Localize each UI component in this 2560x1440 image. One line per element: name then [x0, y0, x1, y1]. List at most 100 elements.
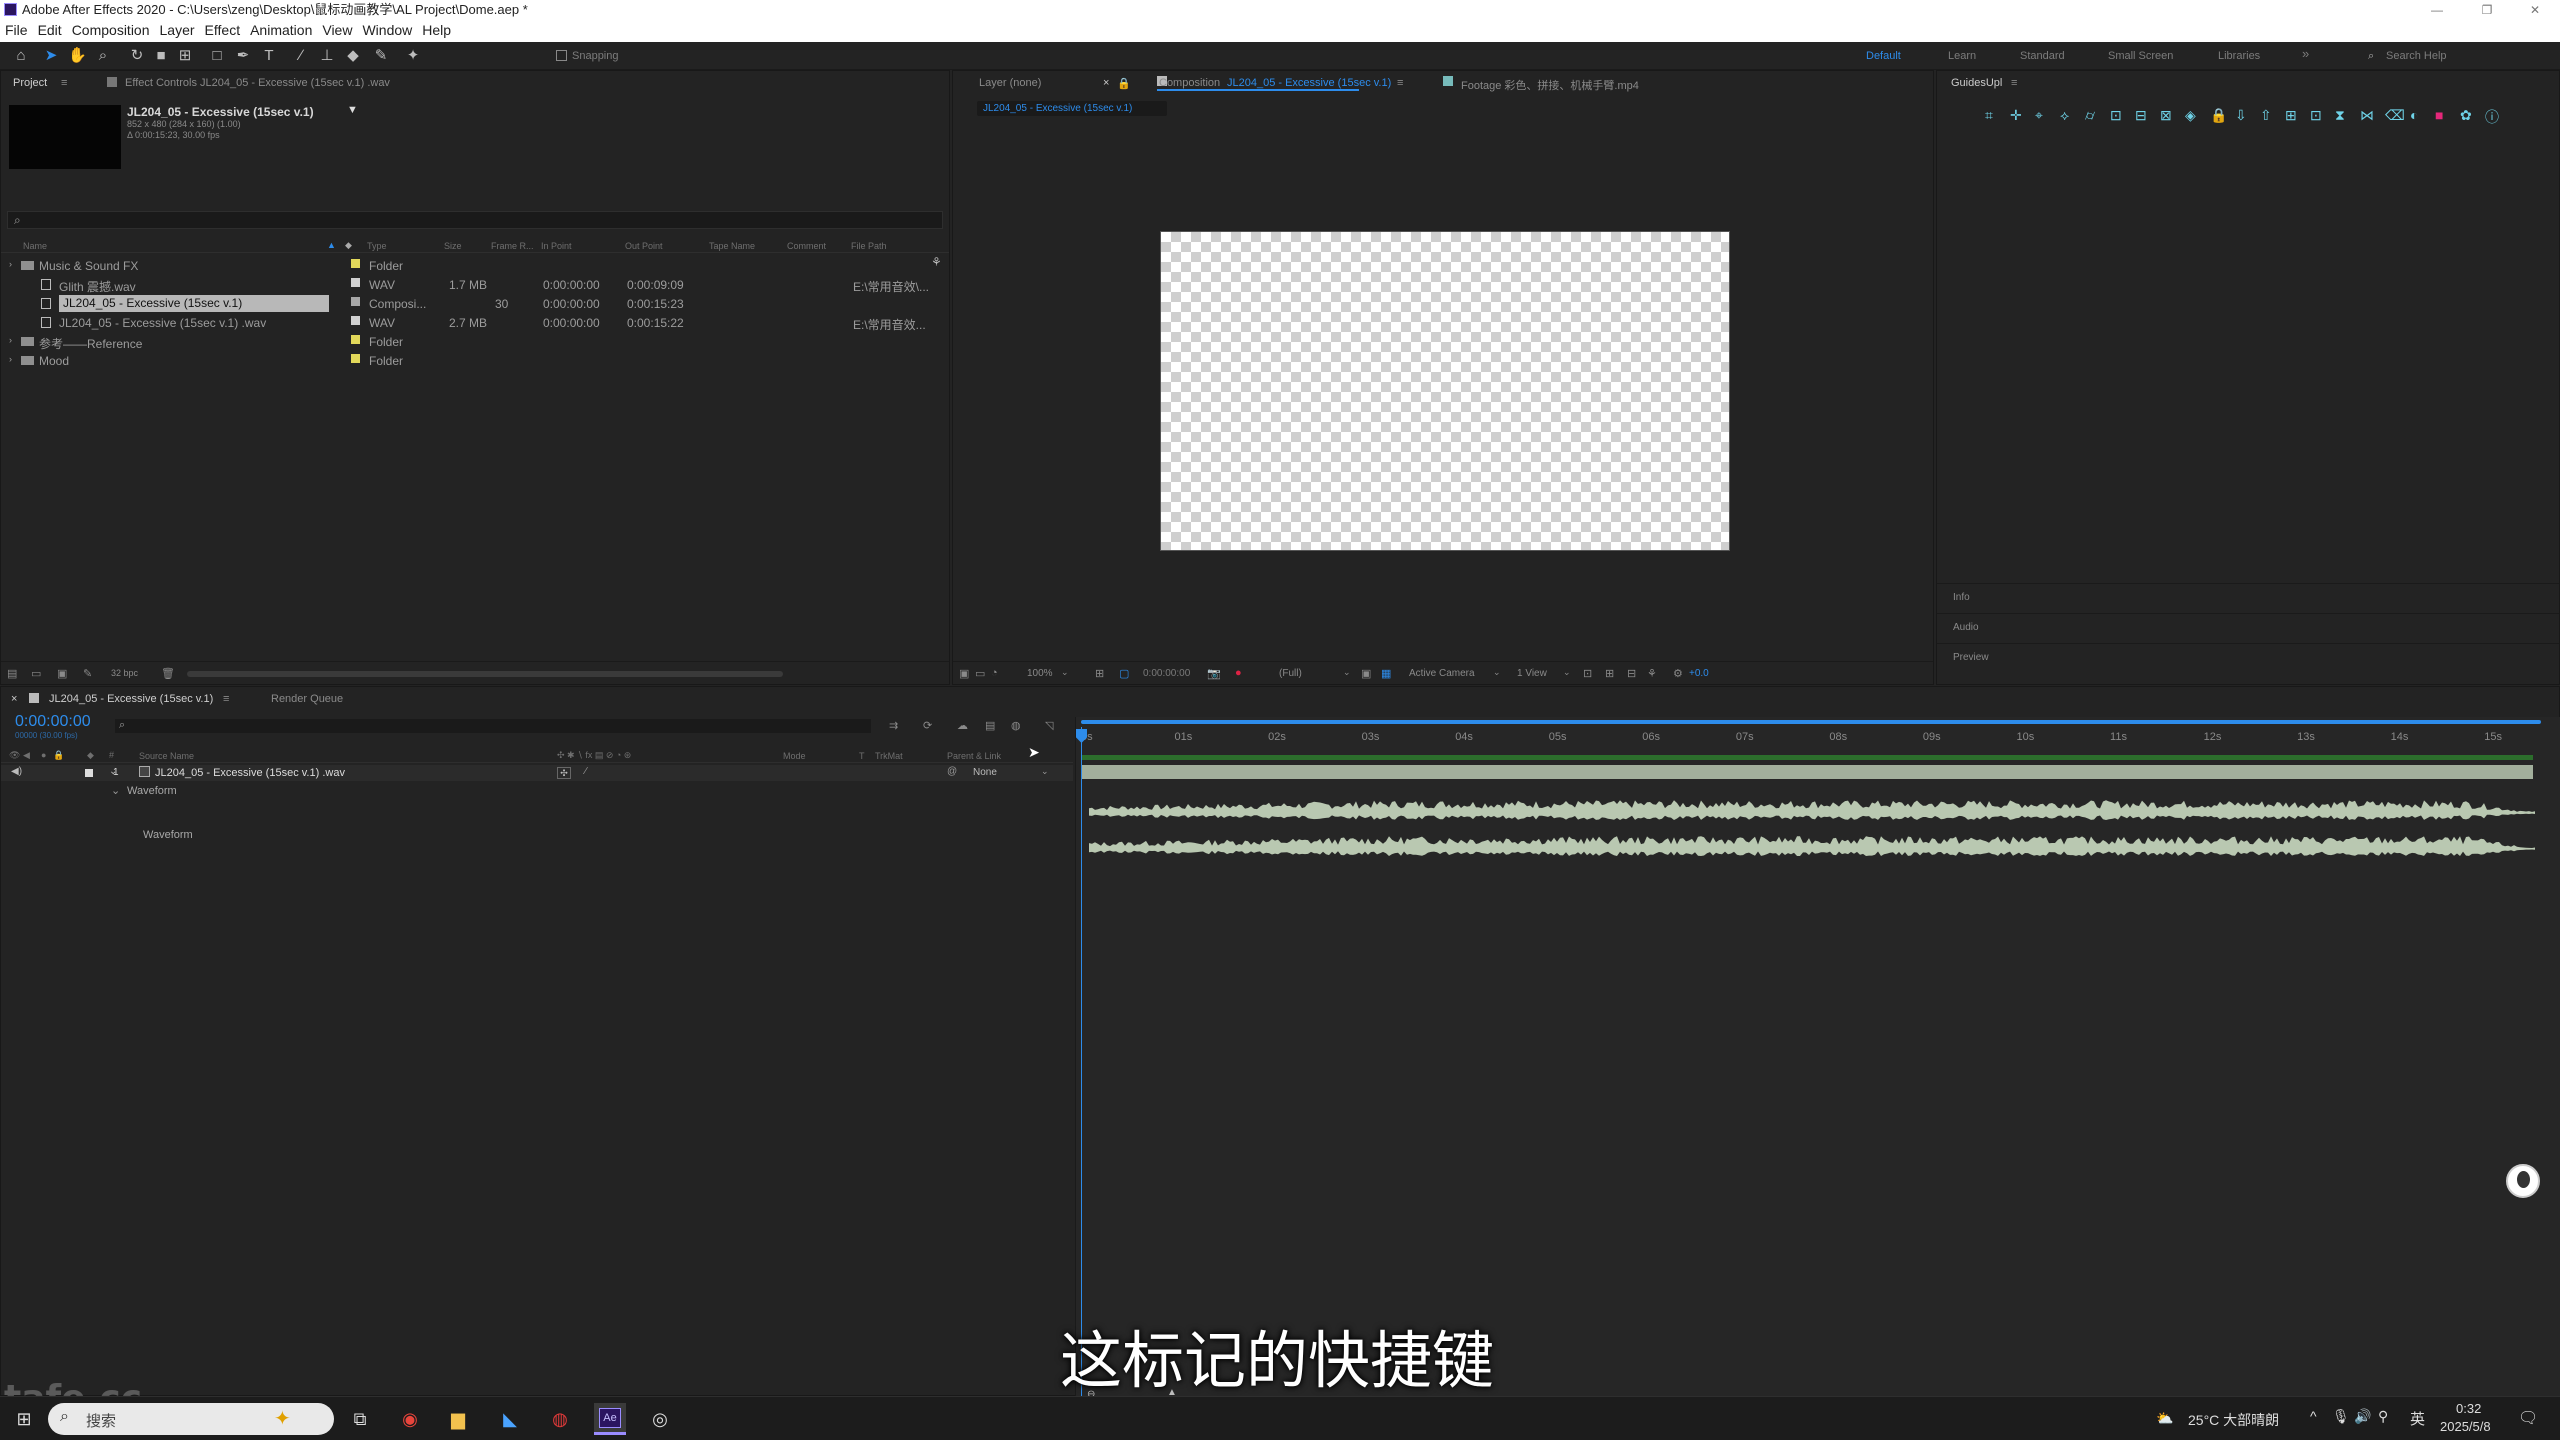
menu-effect[interactable]: Effect — [200, 20, 246, 38]
guides-menu-icon[interactable]: ≡ — [2011, 77, 2017, 89]
lock-switch-icon[interactable]: 🔒 — [53, 750, 64, 761]
tab-layer[interactable]: Layer (none) — [979, 77, 1041, 89]
snapshot-icon[interactable]: 📷 — [1207, 667, 1221, 680]
weather-icon[interactable]: ⛅ — [2156, 1410, 2173, 1427]
audio-switch-icon[interactable]: ◀ — [23, 750, 30, 761]
workspace-overflow-button[interactable]: » — [2302, 46, 2309, 61]
column-type[interactable]: Type — [367, 241, 387, 251]
safe-area-icon[interactable]: ⊞ — [2285, 107, 2297, 124]
toggle-mask-icon[interactable]: ◔ — [991, 667, 998, 679]
lock-icon[interactable]: 🔒 — [1117, 77, 1131, 90]
obs-icon[interactable]: ◎ — [646, 1405, 674, 1433]
layer-row[interactable]: ◀) ⌄ 1 JL204_05 - Excessive (15sec v.1) … — [1, 765, 1073, 781]
label-color[interactable] — [351, 278, 360, 287]
clone-stamp-tool-icon[interactable]: ⊥ — [318, 47, 336, 65]
home-icon[interactable]: ⌂ — [12, 47, 30, 65]
label-color[interactable] — [351, 297, 360, 306]
collapse-switch-icon[interactable]: ✣ — [557, 767, 571, 779]
waveform-expand-icon[interactable]: ⌄ — [111, 784, 120, 797]
interpret-footage-icon[interactable]: ▤ — [7, 667, 17, 680]
project-search-input[interactable]: ⌕ — [7, 211, 943, 229]
snapping-checkbox[interactable] — [556, 50, 567, 61]
eraser-tool-icon[interactable]: ◆ — [344, 47, 362, 65]
menu-view[interactable]: View — [317, 20, 357, 38]
layer-switches-icon[interactable]: ✣ ✱ ∖ fx ▤ ⊘ ◔ ⊛ — [557, 750, 631, 761]
menu-animation[interactable]: Animation — [245, 20, 317, 38]
flower-guide-icon[interactable]: ✿ — [2460, 107, 2472, 124]
sort-ascending-icon[interactable]: ▲ — [327, 240, 336, 250]
diamond-guide-icon[interactable]: ⟡ — [2060, 107, 2069, 124]
network-icon[interactable]: ⚲ — [2378, 1408, 2388, 1425]
menu-composition[interactable]: Composition — [67, 20, 155, 38]
pan-behind-tool-icon[interactable]: ⊞ — [176, 47, 194, 65]
tab-render-queue[interactable]: Render Queue — [271, 693, 343, 705]
transparency-grid-icon[interactable]: ▦ — [1381, 667, 1391, 680]
pick-whip-icon[interactable]: @ — [947, 766, 957, 777]
time-ruler[interactable]: 0s01s02s03s04s05s06s07s08s09s10s11s12s13… — [1081, 731, 2551, 745]
column-source-name[interactable]: Source Name — [139, 751, 194, 761]
camera-dropdown-icon[interactable]: ⌄ — [1493, 667, 1501, 678]
crosshair-guide-icon[interactable]: ✛ — [2010, 107, 2022, 124]
column-name[interactable]: Name — [23, 241, 47, 251]
hourglass-guide-icon[interactable]: ⧗ — [2335, 107, 2345, 124]
workspace-small-screen[interactable]: Small Screen — [2108, 50, 2173, 62]
reset-exposure-icon[interactable]: ⚘ — [1647, 667, 1657, 680]
solo-switch-icon[interactable]: ● — [41, 750, 46, 760]
anchor-guide-icon[interactable]: ◈ — [2185, 107, 2196, 124]
workspace-libraries[interactable]: Libraries — [2218, 50, 2260, 62]
tab-footage[interactable]: Footage 彩色、拼接、机械手臂.mp4 — [1461, 77, 1639, 93]
input-language[interactable]: 英 — [2410, 1408, 2425, 1429]
tab-effect-controls[interactable]: Effect Controls JL204_05 - Excessive (15… — [125, 77, 390, 89]
3d-renderer-icon[interactable]: ⊞ — [1605, 667, 1614, 680]
panel-menu-icon[interactable]: ≡ — [61, 77, 67, 89]
app-blue-icon[interactable]: ◣ — [496, 1405, 524, 1433]
label-header-icon[interactable]: ◆ — [87, 750, 94, 761]
new-comp-icon[interactable]: ▣ — [57, 667, 67, 680]
resolution-dropdown[interactable]: (Full) — [1279, 668, 1302, 679]
magnification-dropdown[interactable]: 100% — [1027, 668, 1053, 679]
playhead-line[interactable] — [1081, 727, 1082, 1397]
horizontal-guide-icon[interactable]: ⊟ — [2135, 107, 2147, 124]
menu-help[interactable]: Help — [417, 20, 456, 38]
project-item-row[interactable]: › Music & Sound FX Folder — [3, 257, 943, 274]
brush-tool-icon[interactable]: ∕ — [292, 47, 310, 65]
close-tab-icon[interactable]: × — [1103, 77, 1109, 89]
viewer-menu-icon[interactable]: ≡ — [1397, 77, 1403, 89]
layer-duration-bar[interactable] — [1081, 755, 2533, 760]
notification-icon[interactable]: 🗨 — [2518, 1408, 2538, 1428]
tab-timeline[interactable]: JL204_05 - Excessive (15sec v.1) — [49, 693, 213, 705]
camera-tool-icon[interactable]: ■ — [152, 47, 170, 65]
comp-flowchart-icon[interactable]: ⊟ — [1627, 667, 1636, 680]
column-file-path[interactable]: File Path — [851, 241, 887, 251]
pen-tool-icon[interactable]: ✒ — [234, 47, 252, 65]
workspace-learn[interactable]: Learn — [1948, 50, 1976, 62]
volume-icon[interactable]: 🔊 — [2354, 1408, 2371, 1425]
monitor-icon[interactable]: ▭ — [975, 667, 985, 680]
folder-expand-icon[interactable]: › — [9, 354, 12, 364]
taskbar-search-box[interactable]: ⌕ 搜索 ✦ — [48, 1403, 334, 1435]
layer-name[interactable]: JL204_05 - Excessive (15sec v.1) .wav — [155, 767, 345, 779]
floating-avatar[interactable] — [2506, 1164, 2540, 1198]
waveform-group-label[interactable]: Waveform — [127, 785, 177, 797]
timeline-timecode[interactable]: 0:00:00:00 — [15, 713, 91, 731]
resolution-dropdown-icon[interactable]: ⌄ — [1343, 667, 1351, 678]
adjust-settings-icon[interactable]: ✎ — [83, 667, 92, 680]
graph-editor-icon[interactable]: ◹ — [1045, 719, 1053, 732]
search-help-icon[interactable]: ⌕ — [2368, 50, 2374, 63]
motion-blur-icon[interactable]: ◍ — [1011, 719, 1021, 732]
grid-guide-icon[interactable]: ⌗ — [1985, 107, 1993, 124]
comp-dropdown-icon[interactable]: ▼ — [347, 104, 358, 116]
comp-mini-flowchart-icon[interactable]: ⇉ — [889, 719, 898, 732]
folder-expand-icon[interactable]: › — [9, 259, 12, 269]
project-item-row[interactable]: › 参考——Reference Folder — [3, 333, 943, 351]
erase-guides-icon[interactable]: ⌫ — [2385, 107, 2405, 124]
roto-brush-tool-icon[interactable]: ✎ — [372, 47, 390, 65]
label-color[interactable] — [351, 259, 360, 268]
views-dropdown-icon[interactable]: ⌄ — [1563, 667, 1571, 678]
minimize-button[interactable]: — — [2414, 0, 2460, 20]
new-folder-icon[interactable]: ▭ — [31, 667, 41, 680]
timeline-menu-icon[interactable]: ≡ — [223, 693, 229, 705]
column-parent-link[interactable]: Parent & Link — [947, 751, 1001, 761]
menu-file[interactable]: File — [0, 20, 33, 38]
hand-tool-icon[interactable]: ✋ — [68, 47, 87, 65]
